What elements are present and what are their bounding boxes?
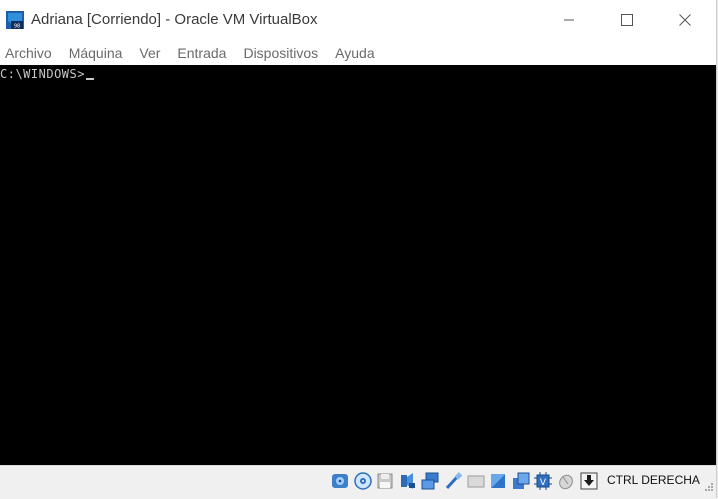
optical-disk-icon[interactable] <box>353 471 373 491</box>
resize-grip-icon[interactable] <box>702 482 714 494</box>
menu-ver[interactable]: Ver <box>139 45 168 61</box>
mouse-integration-icon[interactable] <box>556 471 576 491</box>
title-bar[interactable]: 98 Adriana [Corriendo] - Oracle VM Virtu… <box>0 0 716 40</box>
menu-bar: Archivo Máquina Ver Entrada Dispositivos… <box>0 40 716 65</box>
menu-archivo[interactable]: Archivo <box>5 45 60 61</box>
vm-display[interactable]: C:\WINDOWS> <box>0 65 716 465</box>
audio-icon[interactable] <box>398 471 418 491</box>
menu-ayuda[interactable]: Ayuda <box>335 45 382 61</box>
menu-entrada[interactable]: Entrada <box>177 45 234 61</box>
hard-disk-icon[interactable] <box>330 471 350 491</box>
close-button[interactable] <box>662 0 708 40</box>
window-title: Adriana [Corriendo] - Oracle VM VirtualB… <box>31 11 318 28</box>
console-cursor <box>85 78 94 80</box>
shared-folders-icon[interactable] <box>466 471 486 491</box>
cpu-virtualization-icon[interactable]: V <box>533 471 553 491</box>
floppy-icon[interactable] <box>375 471 395 491</box>
menu-maquina[interactable]: Máquina <box>69 45 131 61</box>
keyboard-capture-icon[interactable] <box>579 471 599 491</box>
console-prompt: C:\WINDOWS> <box>0 67 85 81</box>
maximize-button[interactable] <box>604 0 650 40</box>
console-line: C:\WINDOWS> <box>0 67 94 81</box>
video-capture-icon[interactable] <box>511 471 531 491</box>
device-icons: V <box>330 470 601 492</box>
minimize-icon <box>564 19 574 21</box>
maximize-icon <box>621 14 633 26</box>
status-bar: V CTRL DERECHA <box>0 465 716 499</box>
svg-text:V: V <box>540 478 547 488</box>
virtualbox-app-icon: 98 <box>6 11 24 30</box>
menu-dispositivos[interactable]: Dispositivos <box>243 45 326 61</box>
host-key-label: CTRL DERECHA <box>607 473 700 487</box>
virtualbox-window: 98 Adriana [Corriendo] - Oracle VM Virtu… <box>0 0 717 499</box>
usb-icon[interactable] <box>443 471 463 491</box>
display-icon[interactable] <box>488 471 508 491</box>
svg-text:98: 98 <box>14 24 20 30</box>
minimize-button[interactable] <box>546 0 592 40</box>
network-icon[interactable] <box>420 471 440 491</box>
close-icon <box>679 14 691 26</box>
